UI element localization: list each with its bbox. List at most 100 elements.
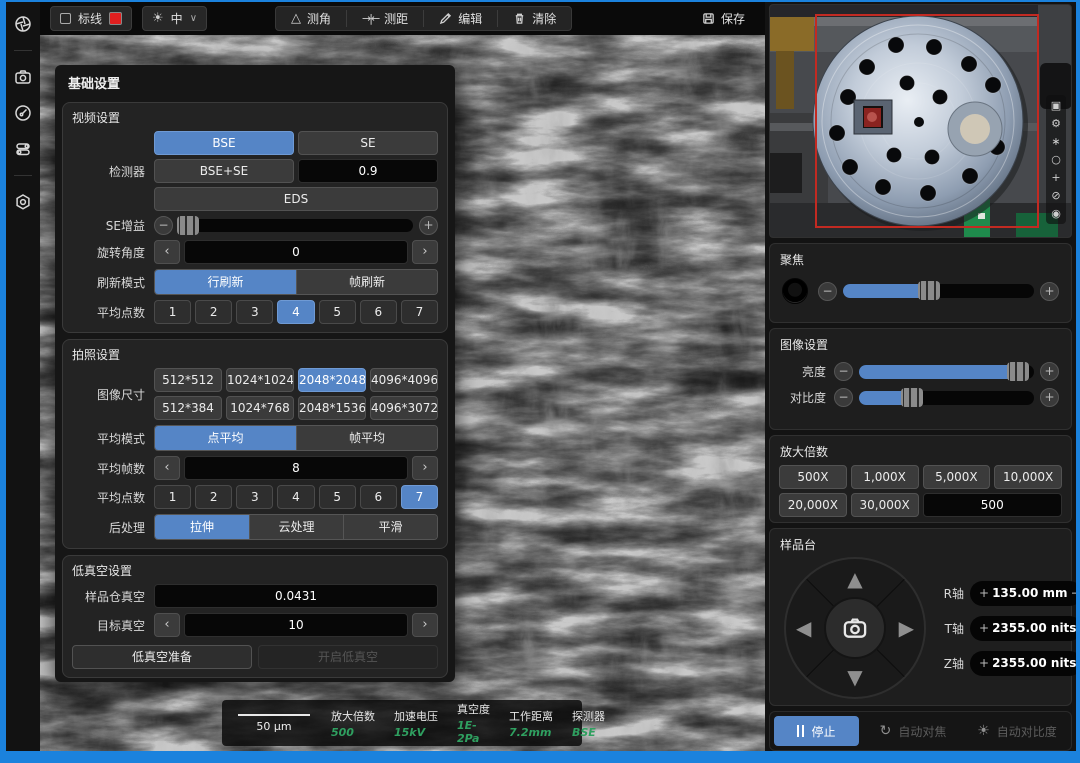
aperture-icon[interactable] — [13, 14, 33, 34]
avg-point-option[interactable]: 3 — [236, 300, 273, 324]
edit-button[interactable]: 编辑 — [424, 7, 497, 30]
slider-track[interactable] — [843, 284, 1034, 298]
size-option[interactable]: 4096*3072 — [370, 396, 438, 420]
auto-contrast-button[interactable]: ☀ 自动对比度 — [967, 716, 1067, 746]
avg-mode-frame-option[interactable]: 帧平均 — [296, 426, 437, 450]
slider-handle[interactable] — [918, 281, 940, 300]
increment-button[interactable]: › — [412, 613, 438, 637]
detector-mix-input[interactable]: 0.9 — [298, 159, 438, 183]
avg-point-option[interactable]: 4 — [277, 485, 314, 509]
plus-icon[interactable]: + — [979, 621, 989, 635]
plus-icon[interactable]: + — [979, 586, 989, 600]
slider-handle[interactable] — [1007, 362, 1029, 381]
slider-handle[interactable] — [177, 216, 199, 235]
avg-point-option[interactable]: 6 — [360, 300, 397, 324]
axis-z-field[interactable]: + 2355.00 nits − — [970, 651, 1076, 676]
avg-point-option[interactable]: 5 — [319, 485, 356, 509]
camera-icon[interactable] — [13, 67, 33, 87]
slider-track[interactable] — [859, 391, 1034, 405]
avg-frames-value[interactable]: 8 — [184, 456, 408, 480]
webcam-icon[interactable]: ◉ — [1051, 206, 1061, 221]
vacuum-start-button[interactable]: 开启低真空 — [258, 645, 438, 669]
magnification-input[interactable]: 500 — [923, 493, 1063, 517]
avg-point-option[interactable]: 7 — [401, 485, 438, 509]
save-button[interactable]: 保存 — [692, 10, 755, 27]
plus-button[interactable]: + — [1040, 388, 1059, 407]
stop-button[interactable]: 停止 — [774, 716, 859, 746]
rotation-value[interactable]: 0 — [184, 240, 408, 264]
stage-camera-button[interactable] — [824, 597, 886, 659]
minus-button[interactable]: − — [818, 282, 837, 301]
mag-preset-button[interactable]: 10,000X — [994, 465, 1062, 489]
avg-point-option[interactable]: 1 — [154, 485, 191, 509]
increment-button[interactable]: › — [412, 240, 438, 264]
minus-icon[interactable]: − — [1071, 586, 1076, 600]
stage-left-button[interactable]: ◀ — [796, 618, 811, 638]
avg-point-option[interactable]: 2 — [195, 485, 232, 509]
compass-icon[interactable] — [13, 103, 33, 123]
avg-point-option[interactable]: 4 — [277, 300, 314, 324]
gear-icon[interactable] — [13, 192, 33, 212]
stage-right-button[interactable]: ▶ — [899, 618, 914, 638]
avg-point-option[interactable]: 7 — [401, 300, 438, 324]
disable-icon[interactable]: ⊘ — [1051, 188, 1060, 203]
size-option[interactable]: 1024*1024 — [226, 368, 294, 392]
size-option[interactable]: 2048*2048 — [298, 368, 366, 392]
detector-bse-se-button[interactable]: BSE+SE — [154, 159, 294, 183]
mag-preset-button[interactable]: 1,000X — [851, 465, 919, 489]
target-vacuum-value[interactable]: 10 — [184, 613, 408, 637]
decrement-button[interactable]: ‹ — [154, 240, 180, 264]
avg-point-option[interactable]: 5 — [319, 300, 356, 324]
mag-preset-button[interactable]: 5,000X — [923, 465, 991, 489]
detector-bse-button[interactable]: BSE — [154, 131, 294, 155]
dots-icon[interactable]: ∗ — [1051, 134, 1060, 149]
marker-checkbox[interactable] — [60, 13, 71, 24]
avg-point-option[interactable]: 6 — [360, 485, 397, 509]
detector-se-button[interactable]: SE — [298, 131, 438, 155]
measure-angle-button[interactable]: △ 测角 — [276, 7, 346, 30]
vacuum-prepare-button[interactable]: 低真空准备 — [72, 645, 252, 669]
gear-icon[interactable]: ⚙ — [1051, 116, 1061, 131]
plus-icon[interactable]: + — [979, 656, 989, 670]
decrement-button[interactable]: ‹ — [154, 456, 180, 480]
slider-track[interactable] — [179, 219, 413, 232]
mag-preset-button[interactable]: 500X — [779, 465, 847, 489]
slider-handle[interactable] — [901, 388, 923, 407]
mag-preset-button[interactable]: 20,000X — [779, 493, 847, 517]
size-option[interactable]: 2048*1536 — [298, 396, 366, 420]
post-stretch-option[interactable]: 拉伸 — [155, 515, 249, 539]
clear-button[interactable]: 清除 — [498, 7, 571, 30]
increment-button[interactable]: › — [412, 456, 438, 480]
mag-preset-button[interactable]: 30,000X — [851, 493, 919, 517]
marker-color-swatch[interactable] — [109, 12, 122, 25]
measure-distance-button[interactable]: →|← 测距 — [347, 7, 423, 30]
avg-point-option[interactable]: 1 — [154, 300, 191, 324]
brightness-dropdown[interactable]: ☀ 中 ∨ — [142, 6, 207, 31]
avg-point-option[interactable]: 2 — [195, 300, 232, 324]
size-option[interactable]: 512*384 — [154, 396, 222, 420]
auto-focus-button[interactable]: ↻ 自动对焦 — [863, 716, 963, 746]
plus-button[interactable]: + — [419, 216, 438, 235]
refresh-frame-option[interactable]: 帧刷新 — [296, 270, 437, 294]
axis-t-field[interactable]: + 2355.00 nits − — [970, 616, 1076, 641]
focus-knob-icon[interactable] — [782, 278, 808, 304]
size-option[interactable]: 1024*768 — [226, 396, 294, 420]
avg-point-option[interactable]: 3 — [236, 485, 273, 509]
minus-button[interactable]: − — [154, 216, 173, 235]
chamber-camera-view[interactable]: ▣ ⚙ ∗ ○ + ⊘ ◉ — [769, 4, 1072, 238]
size-option[interactable]: 4096*4096 — [370, 368, 438, 392]
move-icon[interactable]: + — [1051, 170, 1060, 185]
minus-button[interactable]: − — [834, 362, 853, 381]
circle-icon[interactable]: ○ — [1051, 152, 1061, 167]
stage-up-button[interactable]: ▲ — [847, 569, 862, 589]
post-cloud-option[interactable]: 云处理 — [249, 515, 343, 539]
avg-mode-point-option[interactable]: 点平均 — [155, 426, 296, 450]
minus-button[interactable]: − — [834, 388, 853, 407]
camera-icon[interactable]: ▣ — [1051, 98, 1061, 113]
plus-button[interactable]: + — [1040, 282, 1059, 301]
detector-eds-button[interactable]: EDS — [154, 187, 438, 211]
chamber-vacuum-value[interactable]: 0.0431 — [154, 584, 438, 608]
plus-button[interactable]: + — [1040, 362, 1059, 381]
refresh-line-option[interactable]: 行刷新 — [155, 270, 296, 294]
slider-track[interactable] — [859, 365, 1034, 379]
